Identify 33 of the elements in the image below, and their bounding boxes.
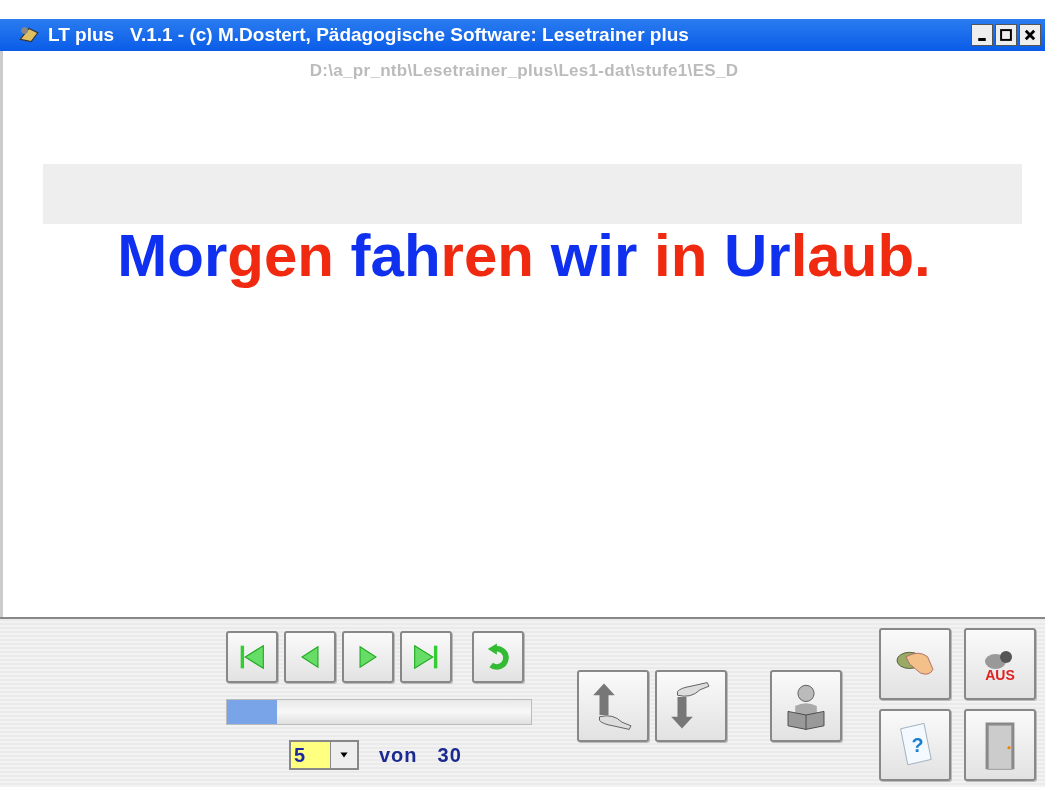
minimize-button[interactable] [971,24,993,46]
first-button[interactable] [226,631,278,683]
page-dropdown[interactable]: 5 [289,740,359,770]
switch-label: AUS [985,667,1015,683]
reading-person-button[interactable] [770,670,842,742]
off-switch-button[interactable]: AUS [964,628,1036,700]
exit-door-button[interactable] [964,709,1036,781]
hand-up-button[interactable] [577,670,649,742]
syllable: Mor [117,226,228,286]
page-total: 30 [437,743,462,767]
minimize-icon [978,37,986,41]
help-button[interactable]: ? [879,709,951,781]
syllable: laub. [790,226,931,286]
close-icon [1023,28,1037,42]
syllable: gen [227,226,334,286]
syllable: Ur [723,226,791,286]
file-path: D:\a_pr_ntb\Lesetrainer_plus\Les1-dat\stufe1\ES_D [308,61,740,81]
of-label: von [379,743,418,767]
syllable: fah [349,226,441,286]
close-button[interactable] [1019,24,1041,46]
previous-button[interactable] [284,631,336,683]
hand-mouse-button[interactable] [879,628,951,700]
last-button[interactable] [400,631,452,683]
window-title: LT plus V.1.1 - (c) M.Dostert, Pädagogische Software: Lesetrainer plus [48,24,690,46]
repeat-button[interactable] [472,631,524,683]
maximize-button[interactable] [995,24,1017,46]
syllable: ren [440,226,534,286]
next-button[interactable] [342,631,394,683]
hand-down-button[interactable] [655,670,727,742]
question-mark: ? [911,734,924,757]
maximize-icon [999,28,1013,42]
syllable: wir [549,226,638,286]
syllable: in [653,226,708,286]
